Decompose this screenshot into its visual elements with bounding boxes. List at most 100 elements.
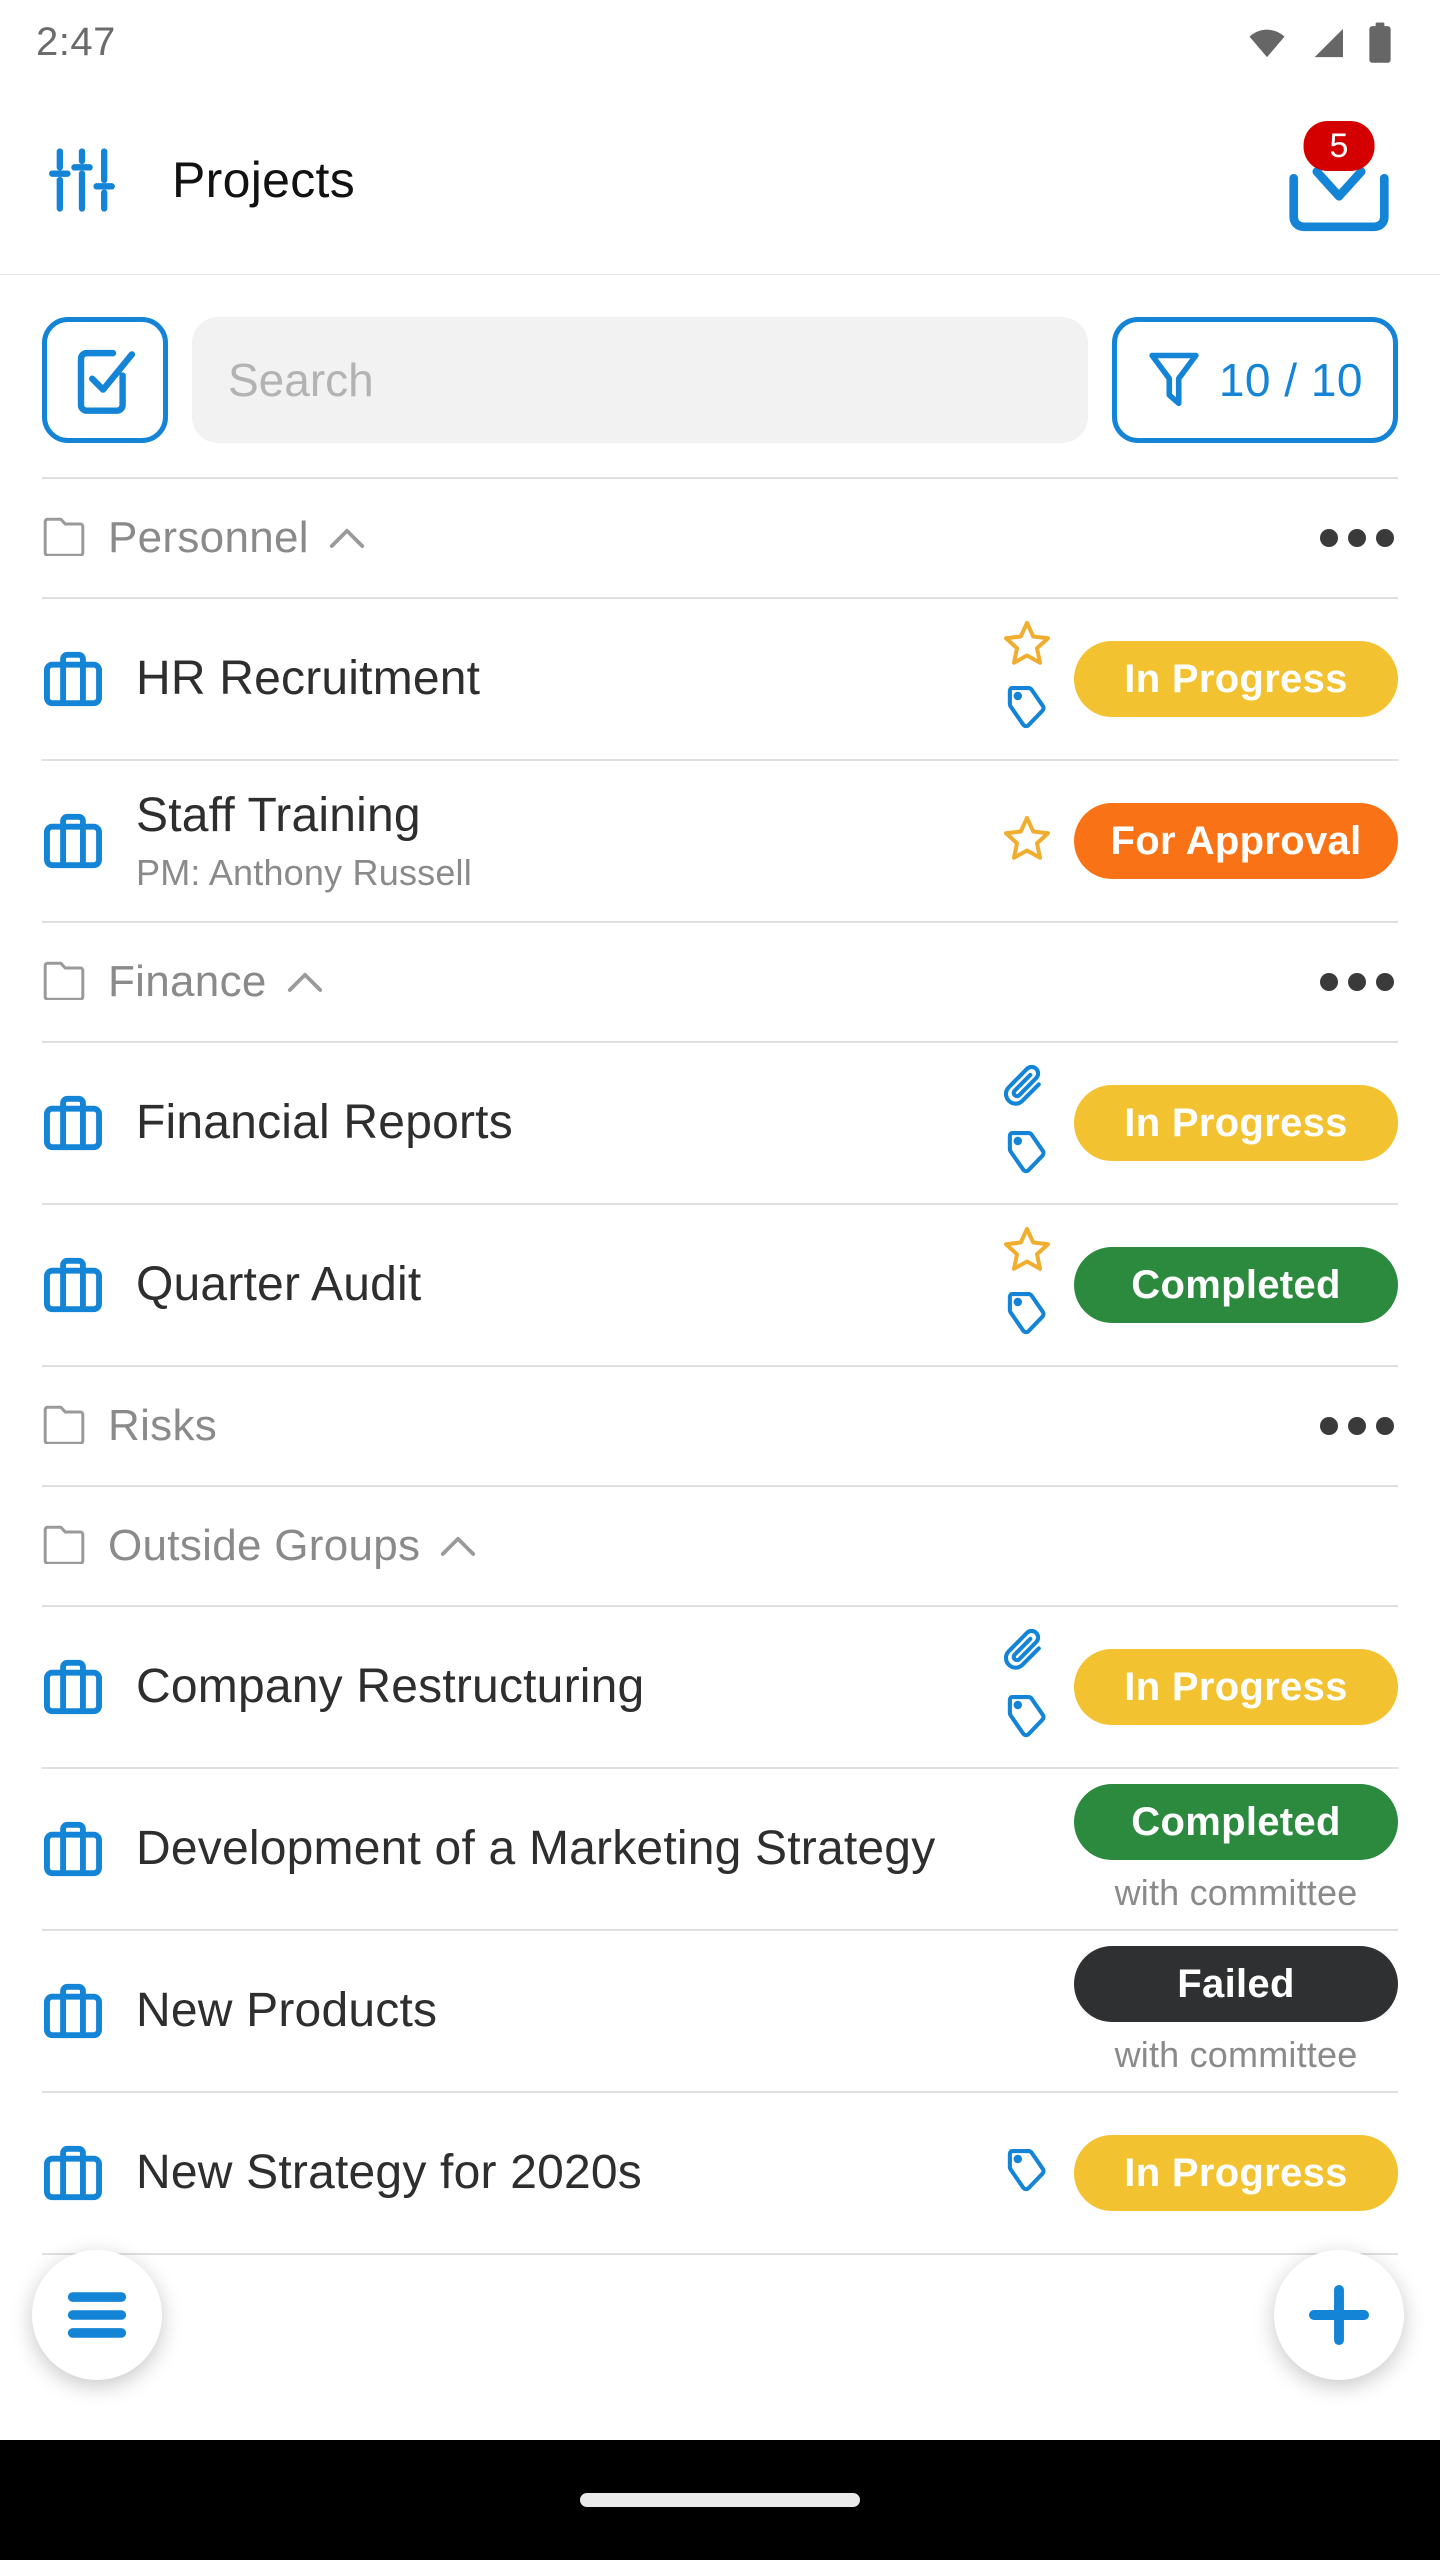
group-header[interactable]: Risks <box>0 1367 1440 1485</box>
briefcase-icon <box>44 1257 102 1313</box>
star-icon-wrap[interactable] <box>1002 1225 1052 1280</box>
status-time: 2:47 <box>36 20 116 64</box>
project-title: Development of a Marketing Strategy <box>136 1822 936 1876</box>
project-row[interactable]: HR Recruitment In Progress <box>0 599 1440 759</box>
add-project-fab[interactable] <box>1274 2250 1404 2380</box>
project-title: Staff Training <box>136 789 421 843</box>
star-icon-wrap[interactable] <box>1002 619 1052 674</box>
project-status[interactable]: Failed with committee <box>1074 1946 1398 2076</box>
inbox-button[interactable]: 5 <box>1284 120 1394 235</box>
folder-icon <box>43 1405 85 1445</box>
tag-icon-wrap[interactable] <box>1004 1691 1050 1748</box>
project-marks <box>996 1225 1058 1345</box>
status-icons <box>1244 21 1394 65</box>
status-badge[interactable]: In Progress <box>1074 641 1398 717</box>
group-collapse-toggle[interactable] <box>438 1532 478 1560</box>
chevron-up-icon <box>441 1536 476 1556</box>
project-type-icon <box>42 1818 136 1880</box>
tag-icon-wrap[interactable] <box>1004 1288 1050 1345</box>
folder-icon <box>43 1525 85 1565</box>
group-menu-button[interactable] <box>1316 519 1398 557</box>
select-mode-button[interactable] <box>42 317 168 443</box>
project-row[interactable]: Company Restructuring In Progress <box>0 1607 1440 1767</box>
briefcase-icon <box>44 1095 102 1151</box>
tag-icon <box>1007 1292 1046 1335</box>
home-gesture-pill[interactable] <box>580 2493 860 2507</box>
phone-screen: 2:47 Projects 5 Search 10 / 10 Personnel… <box>0 0 1440 2560</box>
project-status[interactable]: Completed <box>1074 1247 1398 1323</box>
group-menu-button[interactable] <box>1316 963 1398 1001</box>
tag-icon-wrap[interactable] <box>1004 682 1050 739</box>
project-status[interactable]: In Progress <box>1074 1649 1398 1725</box>
dot <box>1348 973 1366 991</box>
status-badge[interactable]: For Approval <box>1074 803 1398 879</box>
group-menu-button[interactable] <box>1316 1407 1398 1445</box>
status-badge[interactable]: Failed <box>1074 1946 1398 2022</box>
sliders-icon-button[interactable] <box>36 134 128 226</box>
status-badge[interactable]: In Progress <box>1074 2135 1398 2211</box>
project-status[interactable]: For Approval <box>1074 803 1398 879</box>
sliders-icon <box>49 147 115 212</box>
folder-icon-wrap <box>42 1524 86 1569</box>
status-badge[interactable]: Completed <box>1074 1784 1398 1860</box>
tag-icon-wrap[interactable] <box>1004 2145 1050 2202</box>
project-type-icon <box>42 1092 136 1154</box>
page-title: Projects <box>172 151 356 208</box>
folder-icon-wrap <box>42 960 86 1005</box>
status-badge[interactable]: In Progress <box>1074 1085 1398 1161</box>
group-name: Outside Groups <box>108 1521 421 1570</box>
project-type-icon <box>42 2142 136 2204</box>
group-header[interactable]: Finance <box>0 923 1440 1041</box>
project-status[interactable]: In Progress <box>1074 1085 1398 1161</box>
project-type-icon <box>42 1254 136 1316</box>
project-row[interactable]: Financial Reports In Progress <box>0 1043 1440 1203</box>
project-type-icon <box>42 810 136 872</box>
project-marks <box>996 814 1058 869</box>
status-note: with committee <box>1114 2034 1358 2075</box>
project-row[interactable]: New Strategy for 2020s In Progress <box>0 2093 1440 2253</box>
paperclip-icon <box>1003 1628 1041 1670</box>
folder-icon <box>43 961 85 1001</box>
briefcase-icon <box>44 1983 102 2039</box>
star-icon <box>1004 815 1050 860</box>
filter-button[interactable]: 10 / 10 <box>1111 317 1398 443</box>
menu-fab[interactable] <box>32 2250 162 2380</box>
status-badge[interactable]: Completed <box>1074 1247 1398 1323</box>
project-row[interactable]: Staff Training PM: Anthony Russell For App… <box>0 761 1440 921</box>
project-row[interactable]: Quarter Audit Completed <box>0 1205 1440 1365</box>
paperclip-icon-wrap[interactable] <box>1003 1626 1050 1683</box>
dot <box>1348 1417 1366 1435</box>
dot <box>1348 529 1366 547</box>
paperclip-icon-wrap[interactable] <box>1003 1062 1050 1119</box>
tag-icon-wrap[interactable] <box>1004 1127 1050 1184</box>
search-input[interactable]: Search <box>192 317 1088 443</box>
battery-icon <box>1369 21 1391 63</box>
group-header[interactable]: Outside Groups <box>0 1487 1440 1605</box>
project-row[interactable]: New Products Failed with committee <box>0 1931 1440 2091</box>
project-title: HR Recruitment <box>136 652 481 706</box>
group-collapse-toggle[interactable] <box>327 524 367 552</box>
project-text: Staff Training PM: Anthony Russell <box>136 788 996 894</box>
status-bar: 2:47 <box>0 0 1440 85</box>
star-icon-wrap[interactable] <box>1002 814 1052 869</box>
group-collapse-toggle[interactable] <box>285 968 325 996</box>
project-row[interactable]: Development of a Marketing Strategy Compl… <box>0 1769 1440 1929</box>
inbox-download-icon <box>1289 166 1389 231</box>
search-placeholder: Search <box>228 354 374 406</box>
project-status[interactable]: In Progress <box>1074 641 1398 717</box>
filter-count: 10 / 10 <box>1218 354 1363 406</box>
project-list[interactable]: Personnel HR Recruitment In Progress Staff … <box>0 477 1440 2440</box>
group-header[interactable]: Personnel <box>0 479 1440 597</box>
group-name: Finance <box>108 957 267 1006</box>
status-badge[interactable]: In Progress <box>1074 1649 1398 1725</box>
folder-icon-wrap <box>42 516 86 561</box>
group-name: Personnel <box>108 513 309 562</box>
list-divider <box>42 2253 1398 2255</box>
wifi-icon <box>1249 29 1285 57</box>
project-text: New Strategy for 2020s <box>136 2145 996 2201</box>
project-status[interactable]: Completed with committee <box>1074 1784 1398 1914</box>
android-nav-bar <box>0 2440 1440 2560</box>
project-status[interactable]: In Progress <box>1074 2135 1398 2211</box>
status-note: with committee <box>1114 1872 1358 1913</box>
dot <box>1376 973 1394 991</box>
